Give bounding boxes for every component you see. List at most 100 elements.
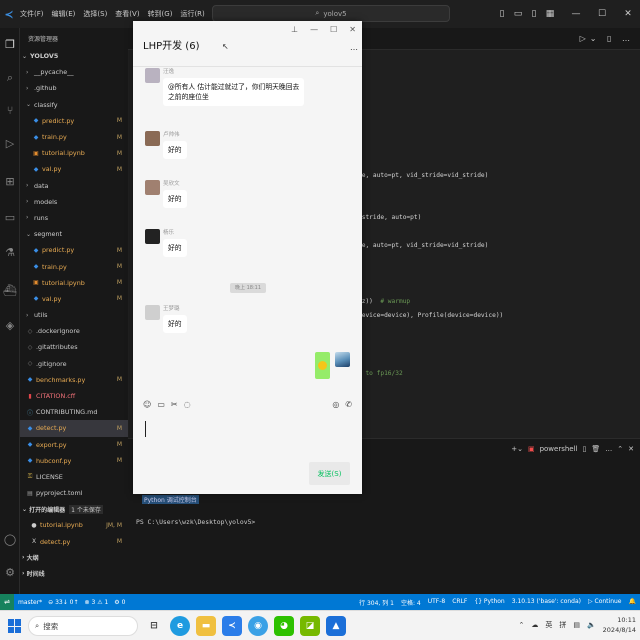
terminal-prompt[interactable]: PS C:\Users\wzk\Desktop\yolov5> [136, 518, 255, 526]
maximize-icon[interactable]: ☐ [330, 25, 337, 34]
maximize-panel-icon[interactable]: ⌃ [617, 445, 623, 453]
folder-item[interactable]: › runs [20, 210, 128, 226]
run-debug-icon[interactable]: ▷ [3, 137, 17, 151]
file-item[interactable]: ◇ .dockerignore [20, 323, 128, 339]
indent-status[interactable]: 空格: 4 [401, 598, 421, 607]
chat-more-icon[interactable]: … [350, 43, 358, 52]
file-item[interactable]: ◆ export.py M [20, 437, 128, 453]
interpreter-status[interactable]: 3.10.13 ('base': conda) [512, 598, 581, 607]
file-item[interactable]: ◆ predict.py M [20, 242, 128, 258]
file-item[interactable]: ▣ tutorial.ipynb M [20, 145, 128, 161]
menu-edit[interactable]: 编辑(E) [52, 9, 76, 19]
emoji-icon[interactable]: ☺ [143, 400, 151, 409]
explorer-icon[interactable]: ❐ [3, 38, 17, 52]
file-item[interactable]: ◆ benchmarks.py M [20, 372, 128, 388]
file-item[interactable]: ◇ .gitignore [20, 356, 128, 372]
menu-view[interactable]: 查看(V) [115, 9, 139, 19]
nvidia-icon[interactable]: ◪ [300, 616, 320, 636]
open-editor-item[interactable]: ● tutorial.ipynb JM, M [20, 517, 128, 533]
file-item[interactable]: ◆ train.py M [20, 258, 128, 274]
command-center-search[interactable]: ⌕ yolov5 [212, 5, 450, 22]
folder-item[interactable]: › __pycache__ [20, 64, 128, 80]
file-item[interactable]: ⚿ LICENSE [20, 469, 128, 485]
search-icon[interactable]: ⌕ [3, 71, 17, 85]
message-bubble[interactable]: @所有人 估计能过就过了，你们明天晚回去 之前的座位坐 [163, 78, 305, 106]
message-bubble[interactable]: 好的 [163, 141, 187, 159]
menu-selection[interactable]: 选择(S) [83, 9, 107, 19]
trash-icon[interactable]: 🗑 [591, 445, 600, 453]
new-terminal-icon[interactable]: +⌄ [511, 445, 523, 453]
avatar[interactable] [145, 229, 160, 244]
network-icon[interactable]: ▤ [573, 621, 580, 629]
voice-call-icon[interactable]: ✆ [345, 400, 352, 409]
message-input[interactable] [133, 417, 362, 457]
avatar[interactable] [145, 68, 160, 83]
screenshot-icon[interactable]: ✂ [171, 400, 178, 409]
file-item[interactable]: ◆ predict.py M [20, 113, 128, 129]
ime-lang[interactable]: 英 [545, 620, 552, 630]
explorer-root[interactable]: ⌄ YOLOV5 [20, 48, 128, 64]
windows-start-icon[interactable] [8, 619, 22, 633]
message-bubble[interactable]: 好的 [163, 190, 187, 208]
folder-item[interactable]: › data [20, 178, 128, 194]
close-editor-icon[interactable]: X [30, 538, 38, 545]
close-icon[interactable]: ✕ [622, 9, 634, 19]
remote-explorer-icon[interactable]: ▭ [3, 211, 17, 225]
toggle-secondary-icon[interactable]: ▯ [528, 9, 540, 19]
file-icon[interactable]: ▭ [157, 400, 165, 409]
file-item[interactable]: ◆ detect.py M [20, 420, 128, 437]
file-explorer-icon[interactable]: ▬ [196, 616, 216, 636]
message-bubble[interactable]: 好的 [163, 315, 187, 333]
file-item[interactable]: ◆ hubconf.py M [20, 453, 128, 469]
ports-status[interactable]: ⚙ 0 [114, 599, 125, 606]
vscode-taskbar-icon[interactable]: ≺ [222, 616, 242, 636]
message-bubble[interactable]: 好的 [163, 239, 187, 257]
folder-item[interactable]: › .github [20, 80, 128, 96]
folder-item[interactable]: › utils [20, 307, 128, 323]
open-editors-section[interactable]: ⌄ 打开的编辑器 1 个未保存 [20, 501, 128, 517]
language-status[interactable]: {} Python [474, 598, 504, 607]
toggle-sidebar-icon[interactable]: ▯ [496, 9, 508, 19]
minimize-icon[interactable]: — [310, 25, 318, 34]
outline-section[interactable]: › 大纲 [20, 550, 128, 566]
file-item[interactable]: ▤ pyproject.toml [20, 485, 128, 501]
file-item[interactable]: ◇ .gitattributes [20, 339, 128, 355]
file-item[interactable]: ⓘ CONTRIBUTING.md [20, 404, 128, 420]
timeline-section[interactable]: › 时间线 [20, 566, 128, 582]
open-editor-item[interactable]: X detect.py M [20, 533, 128, 549]
notifications-icon[interactable]: 🔔 [629, 598, 636, 607]
file-item[interactable]: ▣ tutorial.ipynb M [20, 275, 128, 291]
python-icon[interactable]: ◈ [3, 319, 17, 333]
avatar[interactable] [145, 305, 160, 320]
file-item[interactable]: ◆ train.py M [20, 129, 128, 145]
app-icon[interactable]: ▲ [326, 616, 346, 636]
pin-icon[interactable]: ⊥ [291, 25, 298, 34]
send-button[interactable]: 发送(S) [309, 462, 350, 485]
unsaved-dot-icon[interactable]: ● [30, 522, 38, 529]
tray-expand-icon[interactable]: ⌃ [518, 621, 524, 629]
wechat-icon[interactable]: ◕ [274, 616, 294, 636]
file-item[interactable]: ◆ val.py M [20, 291, 128, 307]
close-panel-icon[interactable]: ✕ [628, 445, 634, 453]
menu-run[interactable]: 运行(R) [180, 9, 204, 19]
menu-go[interactable]: 转到(G) [148, 9, 173, 19]
live-icon[interactable]: ◎ [332, 400, 339, 409]
ime-mode[interactable]: 拼 [559, 620, 566, 630]
edge-icon[interactable]: e [170, 616, 190, 636]
more-icon[interactable]: … [605, 445, 612, 453]
clock[interactable]: 10:11 2024/8/14 [603, 615, 636, 635]
more-actions-icon[interactable]: … [622, 34, 634, 43]
encoding-status[interactable]: UTF-8 [428, 598, 446, 607]
chat-history-icon[interactable]: ◌ [184, 400, 191, 409]
avatar[interactable] [145, 131, 160, 146]
cursor-position[interactable]: 行 304, 列 1 [359, 598, 394, 607]
continue-status[interactable]: ▷ Continue [588, 598, 622, 607]
taskbar-search[interactable]: ⌕ 搜索 [28, 616, 138, 636]
file-item[interactable]: ◆ val.py M [20, 161, 128, 177]
task-view-icon[interactable]: ⊟ [144, 616, 164, 636]
avatar[interactable] [145, 180, 160, 195]
run-file-icon[interactable]: ▷⌄ [580, 34, 601, 43]
settings-gear-icon[interactable]: ⚙ [3, 566, 17, 580]
account-icon[interactable]: ◯ [3, 533, 17, 547]
volume-icon[interactable]: 🔈 [587, 621, 596, 629]
